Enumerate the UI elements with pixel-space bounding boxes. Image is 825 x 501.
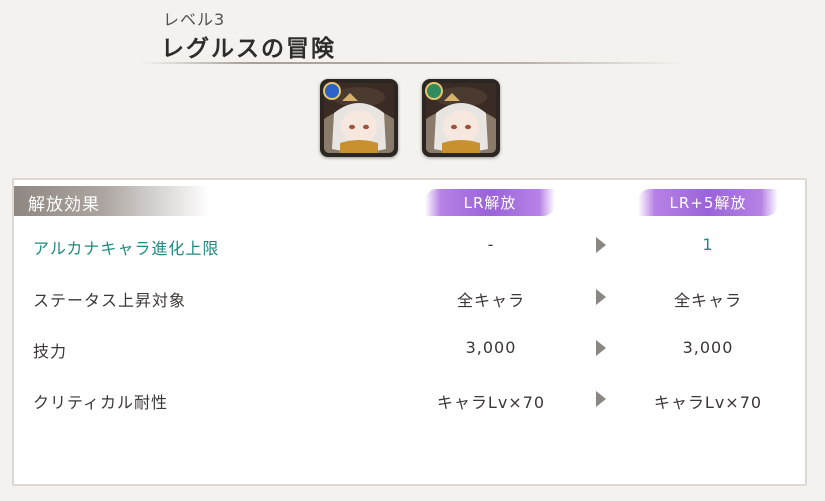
- character-icon-blue-element[interactable]: [320, 79, 398, 157]
- page-title: レグルスの冒険: [161, 36, 336, 62]
- header-divider: [140, 62, 685, 64]
- row-label-skill-power: 技力: [33, 342, 68, 361]
- arrow-right-icon: [596, 237, 606, 253]
- row-label-arcana-evolution: アルカナキャラ進化上限: [33, 239, 220, 258]
- row-value-before: キャラLv×70: [436, 393, 546, 412]
- row-value-before: 全キャラ: [456, 291, 525, 310]
- arrow-right-icon: [596, 289, 606, 305]
- row-value-before: 3,000: [465, 338, 517, 357]
- character-icon-green-element[interactable]: [422, 79, 500, 157]
- row-value-after: キャラLv×70: [653, 393, 763, 412]
- tier-badge-lr: LR解放: [425, 189, 555, 216]
- row-value-after: 全キャラ: [673, 291, 742, 310]
- tier-badge-lr-plus5: LR+5解放: [638, 189, 778, 216]
- header-level: レベル3: [163, 10, 226, 29]
- row-label-status-target: ステータス上昇対象: [33, 291, 187, 310]
- blue-element-icon: [323, 82, 341, 100]
- row-value-before: -: [487, 235, 495, 254]
- row-label-critical-resistance: クリティカル耐性: [33, 393, 169, 412]
- arrow-right-icon: [596, 391, 606, 407]
- row-value-after: 3,000: [682, 338, 734, 357]
- row-value-after: 1: [702, 235, 714, 254]
- green-element-icon: [425, 82, 443, 100]
- arrow-right-icon: [596, 340, 606, 356]
- release-effect-panel: [12, 178, 807, 486]
- section-label: 解放効果: [14, 186, 209, 216]
- section-label-text: 解放効果: [28, 195, 100, 215]
